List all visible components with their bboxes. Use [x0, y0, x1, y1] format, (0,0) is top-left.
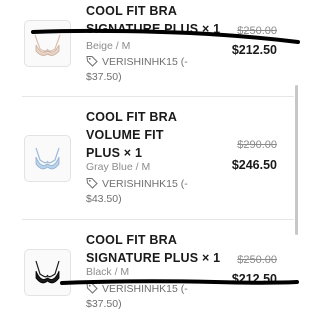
discount-code: VERISHINHK15 (- $43.50): [86, 177, 188, 207]
tag-icon: [86, 56, 98, 67]
original-price: $250.00: [237, 25, 277, 37]
product-title-line: SIGNATURE PLUS × 1: [86, 251, 221, 265]
discount-code: VERISHINHK15 (- $37.50): [86, 55, 188, 85]
product-title[interactable]: COOL FIT BRA VOLUME FIT PLUS × 1: [86, 108, 226, 162]
item-price: $246.50: [231, 158, 277, 172]
bra-icon: [35, 260, 60, 284]
discount-amount: $37.50): [86, 298, 122, 310]
cart-line-item[interactable]: COOL FIT BRA SIGNATURE PLUS × 1 Black / …: [0, 220, 301, 320]
bra-icon: [35, 147, 60, 170]
scrollbar-thumb[interactable]: [295, 85, 298, 235]
discount-code-text: VERISHINHK15 (-: [102, 283, 188, 295]
product-title-line: COOL FIT BRA: [86, 233, 178, 247]
product-title-line: SIGNATURE PLUS × 1: [86, 22, 221, 36]
product-variant: Gray Blue / M: [86, 161, 151, 173]
discount-amount: $37.50): [86, 71, 122, 83]
product-variant: Black / M: [86, 266, 130, 278]
product-variant: Beige / M: [86, 40, 131, 52]
item-price: $212.50: [231, 43, 277, 57]
product-title-line: VOLUME FIT: [86, 128, 164, 142]
original-price: $250.00: [237, 254, 277, 266]
product-thumbnail[interactable]: [24, 20, 71, 67]
item-price: $212.50: [231, 272, 277, 286]
discount-amount: $43.50): [86, 193, 122, 205]
cart-line-item[interactable]: COOL FIT BRA VOLUME FIT PLUS × 1 Gray Bl…: [0, 97, 301, 217]
product-title-line: PLUS × 1: [86, 146, 143, 160]
product-title[interactable]: COOL FIT BRA SIGNATURE PLUS × 1: [86, 231, 226, 267]
discount-code: VERISHINHK15 (- $37.50): [86, 282, 188, 312]
discount-code-text: VERISHINHK15 (-: [102, 178, 188, 190]
tag-icon: [86, 178, 98, 189]
discount-code-text: VERISHINHK15 (-: [102, 56, 188, 68]
tag-icon: [86, 283, 98, 294]
bra-icon: [34, 34, 61, 56]
product-title-line: COOL FIT BRA: [86, 110, 178, 124]
cart-line-item[interactable]: COOL FIT BRA SIGNATURE PLUS × 1 Beige / …: [0, 0, 301, 95]
product-title[interactable]: COOL FIT BRA SIGNATURE PLUS × 1: [86, 2, 226, 38]
product-thumbnail[interactable]: [24, 135, 71, 182]
product-thumbnail[interactable]: [24, 249, 71, 296]
product-title-line: COOL FIT BRA: [86, 4, 178, 18]
cart-item-list: COOL FIT BRA SIGNATURE PLUS × 1 Beige / …: [0, 0, 301, 320]
original-price: $290.00: [237, 139, 277, 151]
